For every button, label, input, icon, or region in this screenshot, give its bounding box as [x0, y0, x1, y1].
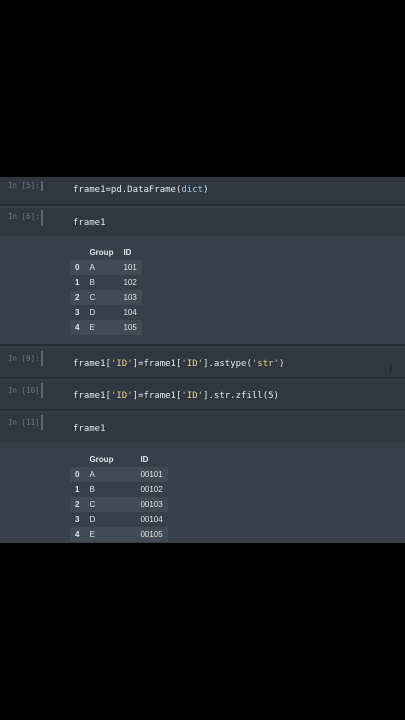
notebook-area: In [5]: frame1=pd.DataFrame(dict) In [6]… — [0, 177, 405, 543]
table-row: 0 A 101 — [70, 260, 142, 275]
cell-id: 101 — [123, 263, 137, 272]
cell-group: B — [89, 485, 95, 494]
cell-prompt: In [10]: — [8, 386, 45, 395]
table-row: 0 A 00101 — [70, 467, 168, 482]
row-index: 0 — [75, 470, 80, 479]
row-index: 3 — [75, 515, 80, 524]
cell-output-6: Group ID 0 A 101 1 B 102 2 C 103 3 D 104 4 E 105 — [0, 236, 405, 344]
cell-prompt: In [11]: — [8, 418, 45, 427]
code-text: frame1=pd.DataFrame(dict) — [73, 185, 209, 195]
cell-group: D — [89, 515, 96, 524]
cell-id: 00103 — [140, 500, 163, 509]
cell-focus-bar — [41, 351, 43, 366]
code-text: frame1 — [73, 218, 106, 228]
cell-id: 103 — [123, 293, 137, 302]
cell-group: E — [89, 530, 95, 539]
cell-prompt: In [5]: — [8, 181, 40, 190]
cell-separator — [0, 344, 405, 346]
cell-group: A — [89, 263, 95, 272]
cell-focus-bar — [41, 415, 43, 430]
row-index: 1 — [75, 485, 80, 494]
cell-group: C — [89, 293, 96, 302]
cell-id: 104 — [123, 308, 137, 317]
cell-group: E — [89, 323, 95, 332]
row-index: 1 — [75, 278, 80, 287]
cell-group: C — [89, 500, 96, 509]
column-header: Group — [89, 455, 114, 464]
cell-focus-bar — [41, 210, 43, 226]
table-row: 3 D 104 — [70, 305, 142, 320]
row-index: 0 — [75, 263, 80, 272]
row-index: 2 — [75, 500, 80, 509]
row-index: 4 — [75, 530, 80, 539]
cell-id: 00105 — [140, 530, 163, 539]
dataframe-table: Group ID 0 A 101 1 B 102 2 C 103 3 D 104 4 E 105 — [70, 245, 142, 335]
table-row: 4 E 105 — [70, 320, 142, 335]
index-header — [70, 245, 84, 260]
table-row: 1 B 00102 — [70, 482, 168, 497]
code-text: frame1['ID']=frame1['ID'].astype('str') — [73, 359, 285, 369]
index-header — [70, 452, 84, 467]
code-cell-10[interactable]: In [10]: frame1['ID']=frame1['ID'].str.z… — [0, 381, 405, 409]
code-text: frame1['ID']=frame1['ID'].str.zfill(5) — [73, 391, 279, 401]
cell-id: 00104 — [140, 515, 163, 524]
cell-separator — [0, 204, 405, 206]
cell-prompt: In [6]: — [8, 212, 40, 221]
cell-id: 102 — [123, 278, 137, 287]
row-index: 2 — [75, 293, 80, 302]
table-row: 1 B 102 — [70, 275, 142, 290]
row-index: 4 — [75, 323, 80, 332]
cell-id: 105 — [123, 323, 137, 332]
cell-focus-bar — [41, 383, 43, 398]
cell-output-11: Group ID 0 A 00101 1 B 00102 2 C 00103 3 D 00104… — [0, 443, 405, 543]
code-cell-11[interactable]: In [11]: frame1 — [0, 413, 405, 443]
table-row: 2 C 103 — [70, 290, 142, 305]
code-cell-6[interactable]: In [6]: frame1 — [0, 208, 405, 236]
row-index: 3 — [75, 308, 80, 317]
cell-prompt: In [9]: — [8, 354, 40, 363]
cell-focus-bar — [41, 181, 43, 191]
code-cell-5[interactable]: In [5]: frame1=pd.DataFrame(dict) — [0, 177, 405, 204]
table-row: 2 C 00103 — [70, 497, 168, 512]
text-cursor-icon: I — [389, 363, 393, 376]
cell-separator — [0, 409, 405, 411]
code-cell-9[interactable]: In [9]: frame1['ID']=frame1['ID'].astype… — [0, 348, 405, 377]
cell-id: 00101 — [140, 470, 163, 479]
cell-group: B — [89, 278, 95, 287]
column-header: ID — [140, 455, 149, 464]
column-header: ID — [123, 248, 132, 257]
table-row: 3 D 00104 — [70, 512, 168, 527]
column-header: Group — [89, 248, 114, 257]
cell-id: 00102 — [140, 485, 163, 494]
code-text: frame1 — [73, 424, 106, 434]
cell-separator — [0, 377, 405, 379]
dataframe-table: Group ID 0 A 00101 1 B 00102 2 C 00103 3 D 00104… — [70, 452, 168, 542]
cell-group: A — [89, 470, 95, 479]
cell-group: D — [89, 308, 96, 317]
table-row: 4 E 00105 — [70, 527, 168, 542]
